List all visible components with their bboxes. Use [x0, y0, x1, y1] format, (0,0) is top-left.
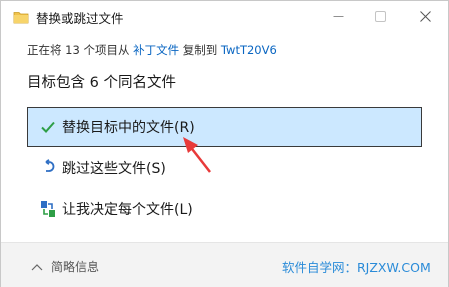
replace-files-option[interactable]: 替换目标中的文件(R): [27, 107, 422, 147]
title-bar: 替换或跳过文件: [1, 1, 448, 33]
status-middle: 复制到: [182, 43, 218, 57]
minimize-icon: [333, 15, 343, 17]
chevron-up-icon: [31, 261, 43, 273]
maximize-icon: [374, 10, 386, 22]
compare-icon: [38, 199, 58, 219]
brief-info-label: 简略信息: [51, 260, 100, 274]
brief-info-toggle[interactable]: 简略信息: [31, 258, 99, 275]
check-icon: [38, 117, 58, 137]
status-prefix: 正在将 13 个项目从: [27, 43, 130, 57]
minimize-button[interactable]: [315, 1, 361, 31]
window-title: 替换或跳过文件: [36, 11, 124, 26]
close-icon: [419, 10, 431, 22]
source-folder-link[interactable]: 补丁文件: [133, 43, 179, 57]
skip-files-label: 跳过这些文件(S): [62, 161, 166, 177]
decide-each-file-label: 让我决定每个文件(L): [62, 202, 193, 218]
conflict-heading: 目标包含 6 个同名文件: [27, 75, 176, 91]
skip-files-option[interactable]: 跳过这些文件(S): [27, 148, 422, 188]
copy-status: 正在将 13 个项目从 补丁文件 复制到 TwtT20V6: [27, 42, 277, 58]
folder-icon: [13, 9, 29, 24]
close-button[interactable]: [402, 1, 448, 31]
site-watermark: 软件自学网：RJZXW.COM: [282, 260, 431, 275]
dialog-footer: 简略信息 软件自学网：RJZXW.COM: [1, 242, 448, 287]
decide-each-file-option[interactable]: 让我决定每个文件(L): [27, 189, 422, 229]
maximize-button[interactable]: [357, 1, 403, 31]
skip-icon: [38, 158, 58, 178]
replace-files-label: 替换目标中的文件(R): [62, 120, 195, 136]
replace-or-skip-dialog: 替换或跳过文件 正在将 13 个项目从 补丁文件 复制到 TwtT20V6 目标…: [0, 0, 449, 287]
destination-folder-link[interactable]: TwtT20V6: [221, 43, 277, 57]
